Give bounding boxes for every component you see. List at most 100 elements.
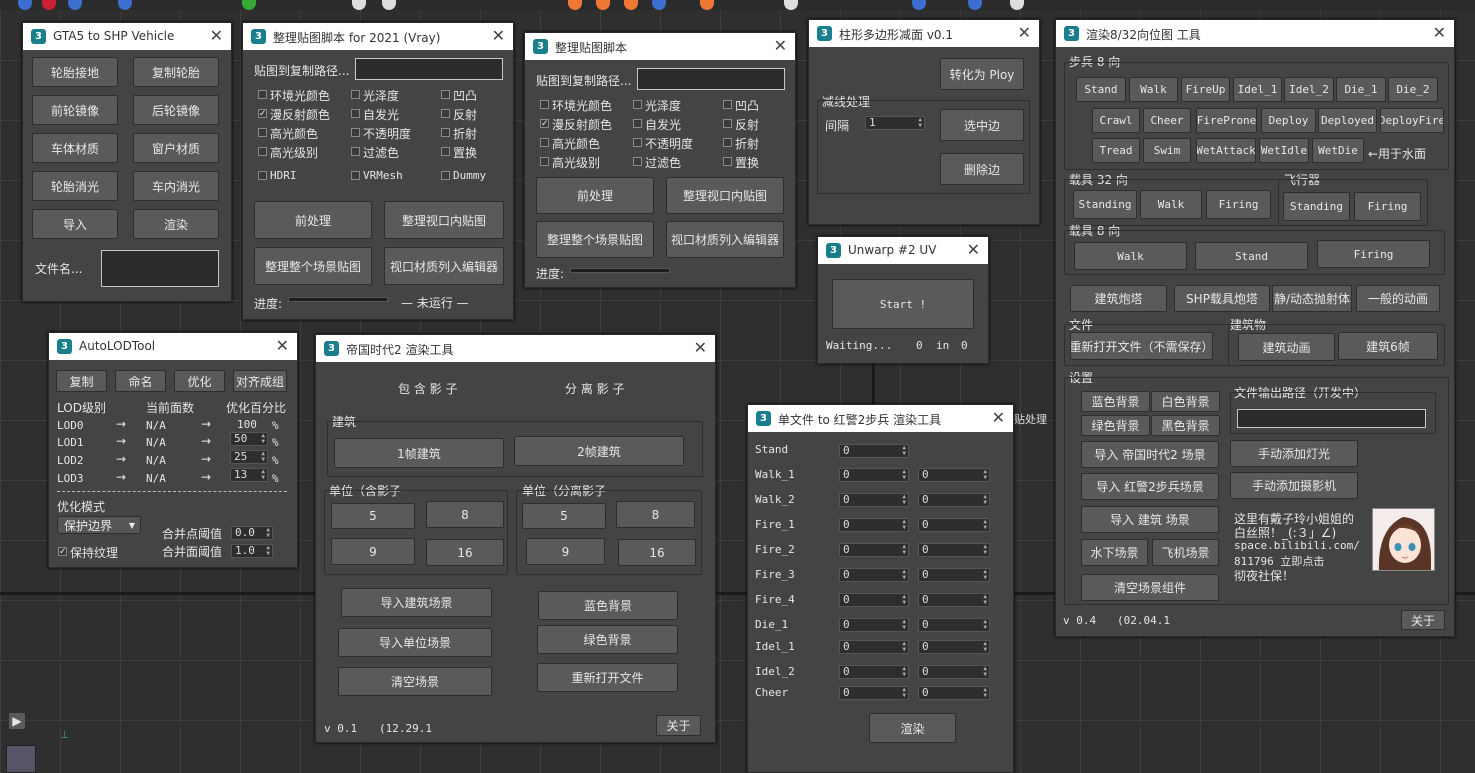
keep-texture-checkbox[interactable]: ✓ bbox=[58, 547, 67, 557]
frame-spinner[interactable]: 0 ▲ ▼ bbox=[839, 618, 909, 632]
optimize-button[interactable]: 优化 bbox=[174, 370, 225, 392]
size-9-button[interactable]: 9 bbox=[331, 538, 415, 565]
clear-scene-button[interactable]: 清空场景 bbox=[338, 667, 492, 696]
unwrap-titlebar[interactable]: 3 Unwarp #2 UV ✕ bbox=[818, 237, 988, 264]
render-titlebar[interactable]: 3 渲染8/32向位图 工具 ✕ bbox=[1056, 20, 1454, 47]
checkbox[interactable] bbox=[540, 100, 549, 109]
start-button[interactable]: Start ! bbox=[832, 279, 974, 329]
green-bg-button[interactable]: 绿色背景 bbox=[1081, 415, 1150, 436]
inf-idel1-button[interactable]: Idel_1 bbox=[1233, 77, 1282, 102]
inf-fireprone-button[interactable]: FireProne bbox=[1196, 108, 1257, 133]
frame-spinner[interactable]: 0 ▲ ▼ bbox=[839, 686, 909, 700]
inf-stand-button[interactable]: Stand bbox=[1076, 77, 1126, 102]
inf-cheer-button[interactable]: Cheer bbox=[1143, 108, 1191, 133]
percent-spinner[interactable]: 13 ▲ ▼ bbox=[230, 468, 268, 482]
underwater-scene-button[interactable]: 水下场景 bbox=[1081, 539, 1148, 566]
frame-spinner[interactable]: 0 ▲ ▼ bbox=[918, 568, 990, 582]
close-icon[interactable]: ✕ bbox=[276, 336, 289, 355]
render-button[interactable]: 渲染 bbox=[869, 713, 956, 743]
promo-url[interactable]: space.bilibili.com/ bbox=[1234, 539, 1360, 552]
checkbox[interactable] bbox=[723, 138, 732, 147]
organize-scene-button[interactable]: 整理整个场景贴图 bbox=[254, 247, 372, 285]
preprocess-button[interactable]: 前处理 bbox=[254, 201, 372, 239]
render-button[interactable]: 渲染 bbox=[133, 209, 219, 239]
size-8-button[interactable]: 8 bbox=[426, 501, 504, 528]
toolbar-icon[interactable] bbox=[42, 0, 56, 10]
checkbox[interactable] bbox=[351, 171, 360, 180]
size-5-button[interactable]: 5 bbox=[522, 503, 606, 529]
play-icon[interactable]: ▶ bbox=[8, 712, 26, 730]
toolbar-icon[interactable] bbox=[784, 0, 798, 10]
building-anim-button[interactable]: 建筑动画 bbox=[1238, 333, 1335, 361]
organize-viewport-button[interactable]: 整理视口内贴图 bbox=[384, 201, 504, 239]
inf-deployfire-button[interactable]: DeployFire bbox=[1380, 108, 1444, 133]
toolbar-icon[interactable] bbox=[652, 0, 666, 10]
frame-spinner[interactable]: 0 ▲ ▼ bbox=[918, 593, 990, 607]
checkbox[interactable] bbox=[258, 128, 267, 137]
inf-deploy-button[interactable]: Deploy bbox=[1261, 108, 1316, 133]
frame-spinner[interactable]: 0 ▲ ▼ bbox=[839, 518, 909, 532]
frame-spinner[interactable]: 0 ▲ ▼ bbox=[918, 493, 990, 507]
toolbar-icon[interactable] bbox=[118, 0, 132, 10]
texture-2021-titlebar[interactable]: 3 整理贴图脚本 for 2021 (Vray) ✕ bbox=[243, 23, 513, 50]
frame-spinner[interactable]: 0 ▲ ▼ bbox=[918, 686, 990, 700]
frame-spinner[interactable]: 0 ▲ ▼ bbox=[918, 543, 990, 557]
2-frame-building-button[interactable]: 2帧建筑 bbox=[514, 436, 684, 466]
organize-viewport-button[interactable]: 整理视口内贴图 bbox=[666, 177, 784, 214]
toolbar-icon[interactable] bbox=[1010, 0, 1024, 10]
blue-background-button[interactable]: 蓝色背景 bbox=[538, 591, 678, 620]
checkbox[interactable] bbox=[351, 147, 360, 156]
gta5-titlebar[interactable]: 3 GTA5 to SHP Vehicle ✕ bbox=[23, 23, 231, 50]
inf-wetdie-button[interactable]: WetDie bbox=[1312, 138, 1364, 163]
frame-spinner[interactable]: 0 ▲ ▼ bbox=[839, 468, 909, 482]
checkbox[interactable] bbox=[723, 119, 732, 128]
toolbar-icon[interactable] bbox=[624, 0, 638, 10]
inf-crawl-button[interactable]: Crawl bbox=[1092, 108, 1140, 133]
toolbar-icon[interactable] bbox=[568, 0, 582, 10]
aircraft-scene-button[interactable]: 飞机场景 bbox=[1152, 539, 1219, 566]
import-building-scene-button[interactable]: 导入建筑场景 bbox=[341, 588, 492, 617]
frame-spinner[interactable]: 0 ▲ ▼ bbox=[918, 665, 990, 679]
checkbox[interactable] bbox=[723, 100, 732, 109]
close-icon[interactable]: ✕ bbox=[694, 338, 707, 357]
black-bg-button[interactable]: 黑色背景 bbox=[1151, 415, 1220, 436]
aoe2-titlebar[interactable]: 3 帝国时代2 渲染工具 ✕ bbox=[316, 335, 715, 362]
preprocess-button[interactable]: 前处理 bbox=[536, 177, 654, 214]
checkbox-checked[interactable]: ✓ bbox=[540, 119, 549, 129]
checkbox[interactable] bbox=[351, 90, 360, 99]
close-icon[interactable]: ✕ bbox=[967, 240, 980, 259]
frame-spinner[interactable]: 0 ▲ ▼ bbox=[918, 618, 990, 632]
checkbox[interactable] bbox=[258, 90, 267, 99]
frame-spinner[interactable]: 0 ▲ ▼ bbox=[918, 640, 990, 654]
interior-matte-button[interactable]: 车内消光 bbox=[133, 171, 219, 201]
checkbox[interactable] bbox=[441, 128, 450, 137]
checkbox[interactable] bbox=[258, 171, 267, 180]
inf-die2-button[interactable]: Die_2 bbox=[1388, 77, 1438, 102]
close-icon[interactable]: ✕ bbox=[1018, 23, 1031, 42]
percent-spinner[interactable]: 25 ▲ ▼ bbox=[230, 450, 268, 464]
toolbar-icon[interactable] bbox=[968, 0, 982, 10]
merge-face-spinner[interactable]: 1.0 ▲ ▼ bbox=[231, 544, 273, 558]
tire-ground-button[interactable]: 轮胎接地 bbox=[32, 57, 118, 87]
body-material-button[interactable]: 车体材质 bbox=[32, 133, 118, 163]
delete-edge-button[interactable]: 删除边 bbox=[940, 153, 1024, 185]
green-background-button[interactable]: 绿色背景 bbox=[537, 625, 678, 654]
about-button[interactable]: 关于 bbox=[1401, 610, 1445, 630]
inf-die1-button[interactable]: Die_1 bbox=[1336, 77, 1386, 102]
shp-turret-button[interactable]: SHP载具炮塔 bbox=[1174, 285, 1270, 312]
inf-tread-button[interactable]: Tread bbox=[1092, 138, 1140, 163]
inf-swim-button[interactable]: Swim bbox=[1143, 138, 1191, 163]
frame-spinner[interactable]: 0 ▲ ▼ bbox=[839, 543, 909, 557]
add-camera-button[interactable]: 手动添加摄影机 bbox=[1230, 472, 1358, 499]
toolbar-icon[interactable] bbox=[18, 0, 32, 10]
size-8-button[interactable]: 8 bbox=[616, 501, 695, 528]
veh32-standing-button[interactable]: Standing bbox=[1073, 190, 1137, 219]
filename-input[interactable] bbox=[101, 250, 219, 287]
close-icon[interactable]: ✕ bbox=[492, 26, 505, 45]
frame-spinner[interactable]: 0 ▲ ▼ bbox=[839, 593, 909, 607]
import-building-scene-button[interactable]: 导入 建筑 场景 bbox=[1081, 506, 1219, 533]
checkbox[interactable] bbox=[633, 138, 642, 147]
checkbox[interactable] bbox=[351, 128, 360, 137]
checkbox[interactable] bbox=[441, 90, 450, 99]
turret-button[interactable]: 建筑炮塔 bbox=[1070, 285, 1167, 312]
